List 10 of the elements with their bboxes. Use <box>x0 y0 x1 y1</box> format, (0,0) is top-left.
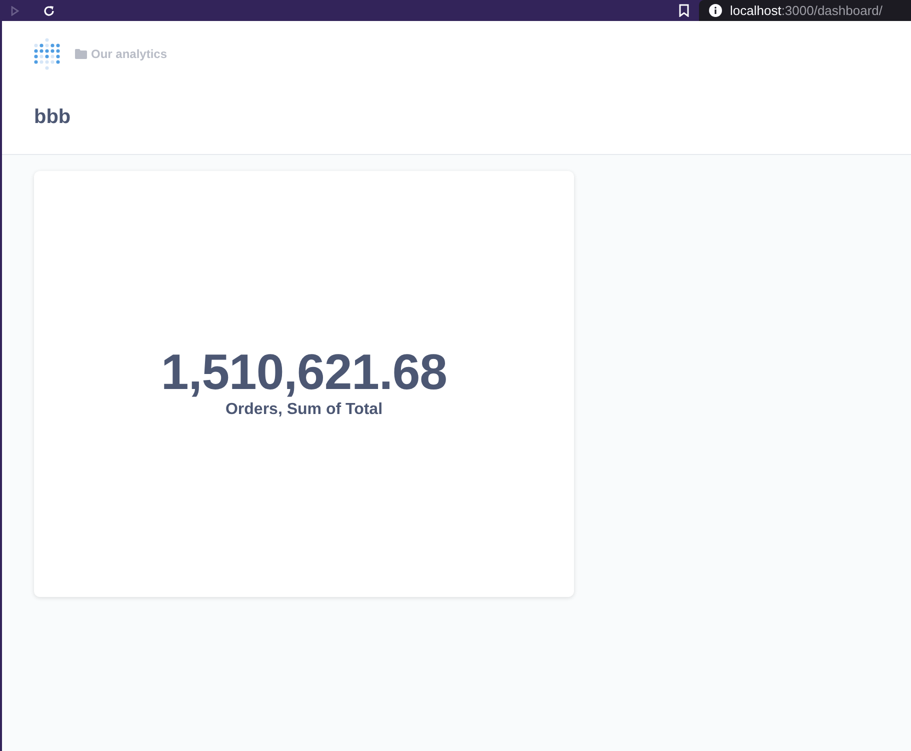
scalar-value: 1,510,621.68 <box>161 346 447 398</box>
folder-icon <box>75 49 87 59</box>
card-title[interactable]: Orders, Sum of Total <box>225 398 383 422</box>
address-bar[interactable]: localhost:3000/dashboard/ <box>699 0 911 21</box>
bookmark-icon[interactable] <box>679 4 689 17</box>
info-icon[interactable] <box>709 4 722 17</box>
url-text: localhost:3000/dashboard/ <box>730 4 883 17</box>
dashboard-title: bbb <box>34 105 72 129</box>
dots-logo-icon[interactable] <box>34 38 60 70</box>
reload-icon[interactable] <box>43 4 55 16</box>
